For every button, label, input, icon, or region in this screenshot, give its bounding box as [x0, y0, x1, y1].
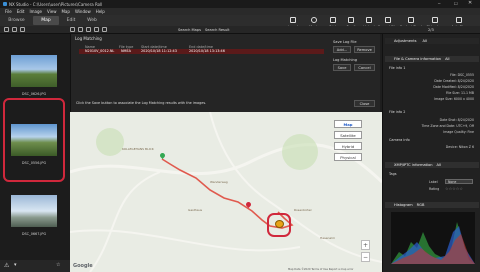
page-indicator: 2/3	[428, 27, 434, 32]
search-maps-label[interactable]: Search Maps	[178, 28, 201, 32]
xmp-iptc-header[interactable]: XMP/IPTC information All	[385, 162, 479, 168]
info-row: File: DSC_0555	[450, 73, 474, 77]
label-dropdown[interactable]: None	[445, 179, 473, 184]
zoom-icon[interactable]	[94, 27, 99, 32]
info-row: Date Created: 8/24/2020	[434, 79, 474, 83]
close-icon[interactable]: ✕	[468, 0, 472, 6]
tab-edit[interactable]: Edit	[62, 16, 80, 25]
left-bottom-toolbar: ⚠ ▾ ☆	[0, 260, 70, 272]
secondary-toolbar: Search Maps Search Result 2/3	[0, 26, 480, 34]
warning-icon[interactable]: ⚠	[4, 262, 9, 269]
adjustments-header[interactable]: Adjustments All	[385, 38, 479, 44]
instruction-text: Click the Save button to associate the L…	[76, 101, 207, 105]
histogram-header[interactable]: Histogram RGB	[385, 202, 479, 208]
zoom-out-button[interactable]: −	[361, 252, 370, 262]
menu-edit[interactable]: Edit	[17, 9, 25, 14]
place-label: Hasenalm	[320, 236, 335, 240]
file-info-1-title: File info 1	[389, 66, 406, 70]
info-row: File Size: 11.1 MB	[445, 91, 474, 95]
row-start: 2020/10/18 11:12:43	[141, 49, 177, 53]
info-row: Date Shot: 8/24/2020	[439, 118, 474, 122]
add-button[interactable]: Add...	[333, 46, 351, 53]
star-icon[interactable]: ☆	[56, 262, 60, 268]
sort-icon[interactable]	[20, 27, 25, 32]
info-row: Image Size: 6000 x 4000	[434, 97, 474, 101]
label-field-label: Label	[429, 180, 438, 184]
app-icon	[3, 2, 7, 6]
rotate-right-icon[interactable]	[78, 27, 83, 32]
info-row: Date Modified: 8/24/2020	[433, 85, 474, 89]
info-row: Time Zone and Date: UTC+9, Off	[421, 124, 474, 128]
menu-help[interactable]: Help	[96, 9, 105, 14]
menu-image[interactable]: Image	[29, 9, 42, 14]
remove-button[interactable]: Remove	[354, 46, 375, 53]
mode-toolbar: Browse Map Edit Web	[0, 15, 480, 26]
info-panel: Adjustments All File & Camera informatio…	[382, 34, 480, 272]
google-logo: Google	[73, 263, 93, 269]
camera-info-title: Camera info	[389, 138, 410, 142]
map-view[interactable]: KOLLEGEHANS BLICK Wanderweg Gasthaus Ros…	[70, 112, 382, 272]
info-row: Image Quality: Fine	[443, 130, 474, 134]
tab-map[interactable]: Map	[33, 16, 59, 25]
list-view-icon[interactable]	[12, 27, 17, 32]
close-button[interactable]: Close	[354, 100, 375, 107]
tags-title: Tags	[389, 172, 397, 176]
grid-view-icon[interactable]	[4, 27, 9, 32]
thumbnail-item[interactable]: DSC_0626.JPG	[8, 52, 60, 96]
map-attribution: Map Data ©2020 Terms of Use Report a map…	[288, 268, 354, 271]
thumbnail-image	[11, 55, 57, 87]
menu-file[interactable]: File	[5, 9, 12, 14]
cancel-button[interactable]: Cancel	[354, 64, 375, 71]
selected-thumbnail-highlight	[3, 98, 65, 182]
map-type-map-button[interactable]: Map	[334, 120, 362, 128]
rating-label: Rating	[429, 187, 440, 191]
map-type-hybrid-button[interactable]: Hybrid	[334, 142, 362, 150]
file-info-2-title: File info 2	[389, 110, 406, 114]
map-type-physical-button[interactable]: Physical	[334, 153, 362, 161]
filter-icon[interactable]: ▾	[14, 262, 17, 268]
panel-title: Log Matching	[75, 36, 102, 41]
selected-marker-highlight	[267, 213, 291, 237]
row-name: N2010V_0012.NL	[85, 49, 115, 53]
menu-bar: File Edit Image View Map Window Help	[0, 8, 480, 15]
row-type: NMEA	[121, 49, 131, 53]
compare-icon[interactable]	[86, 27, 91, 32]
menu-view[interactable]: View	[47, 9, 57, 14]
thumbnail-item[interactable]: DSC_0667.JPG	[8, 192, 60, 236]
title-bar: NX Studio - C:\Users\user\Pictures\Camer…	[0, 0, 480, 8]
log-file-label: Save Log File	[333, 40, 357, 44]
map-type-satellite-button[interactable]: Satellite	[334, 131, 362, 139]
row-end: 2020/10/18 13:13:46	[189, 49, 225, 53]
file-camera-info-header[interactable]: File & Camera information All	[385, 56, 479, 62]
tab-browse[interactable]: Browse	[3, 16, 30, 25]
zoom-in-button[interactable]: +	[361, 240, 370, 250]
menu-map[interactable]: Map	[61, 9, 69, 14]
log-matching-label: Log Matching	[333, 58, 358, 62]
rotate-icon[interactable]	[70, 27, 75, 32]
info-row: Device: Nikon Z 6	[445, 145, 474, 149]
minimize-icon[interactable]: ─	[438, 1, 440, 6]
crop-icon[interactable]	[102, 27, 107, 32]
menu-window[interactable]: Window	[75, 9, 91, 14]
place-label: Rosenbühel	[294, 208, 312, 212]
window-title: NX Studio - C:\Users\user\Pictures\Camer…	[9, 1, 103, 7]
save-button[interactable]: Save	[333, 64, 351, 71]
log-matching-panel: Log Matching Name File type Start date/t…	[70, 34, 380, 112]
rating-stars[interactable]: ☆☆☆☆☆	[445, 186, 463, 191]
maximize-icon[interactable]: ☐	[454, 1, 458, 6]
tab-web[interactable]: Web	[83, 16, 101, 25]
search-result-label[interactable]: Search Result	[205, 28, 230, 32]
place-label: Wanderweg	[210, 180, 228, 184]
thumbnail-caption: DSC_0667.JPG	[21, 232, 47, 236]
thumbnail-caption: DSC_0626.JPG	[21, 92, 47, 96]
place-label: Gasthaus	[188, 208, 203, 212]
histogram-graph	[391, 212, 475, 264]
place-label: KOLLEGEHANS BLICK	[122, 147, 154, 151]
thumbnail-image	[11, 195, 57, 227]
